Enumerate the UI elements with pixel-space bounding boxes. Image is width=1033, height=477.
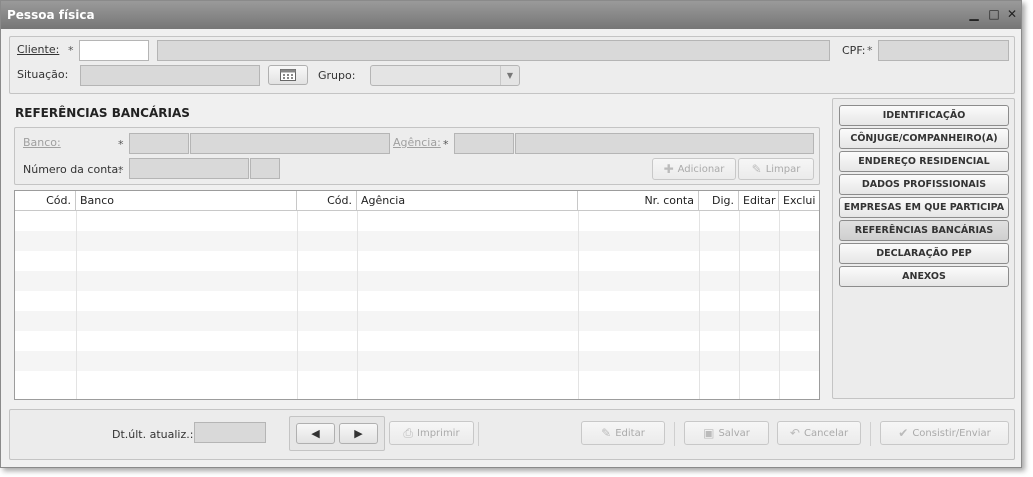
- toolbar-separator: [478, 422, 479, 446]
- calendar-icon: [280, 69, 296, 81]
- required-mark: *: [443, 138, 449, 151]
- column-divider: [779, 211, 780, 399]
- maximize-icon[interactable]: □: [987, 7, 1001, 21]
- cliente-name-field: [157, 40, 830, 61]
- cliente-code-input[interactable]: [79, 40, 149, 61]
- grupo-select[interactable]: ▼: [370, 65, 520, 86]
- nav-dados-profissionais[interactable]: DADOS PROFISSIONAIS: [839, 174, 1009, 195]
- salvar-button[interactable]: ▣ Salvar: [684, 421, 769, 445]
- column-header[interactable]: Nr. conta: [578, 191, 699, 211]
- toolbar-separator: [870, 422, 871, 446]
- required-mark: *: [118, 138, 124, 151]
- close-icon[interactable]: ✕: [1005, 7, 1019, 21]
- required-mark: *: [118, 164, 124, 177]
- referencias-table[interactable]: Cód. Banco Cód. Agência Nr. conta Dig. E…: [14, 190, 820, 400]
- nav-referencias-bancarias[interactable]: REFERÊNCIAS BANCÁRIAS: [839, 220, 1009, 241]
- toolbar-separator: [674, 422, 675, 446]
- column-divider: [699, 211, 700, 399]
- nav-conjuge[interactable]: CÔNJUGE/COMPANHEIRO(A): [839, 128, 1009, 149]
- cpf-field: [878, 40, 1009, 61]
- column-header[interactable]: Dig.: [699, 191, 739, 211]
- grupo-label: Grupo:: [318, 69, 356, 82]
- broom-icon: ✎: [751, 162, 762, 176]
- printer-icon: ⎙: [403, 425, 414, 440]
- column-header[interactable]: Editar: [739, 191, 779, 211]
- section-nav-panel: IDENTIFICAÇÃO CÔNJUGE/COMPANHEIRO(A) END…: [832, 98, 1015, 399]
- adicionar-button[interactable]: ✚ Adicionar: [652, 158, 736, 180]
- required-mark: *: [68, 44, 74, 57]
- limpar-button[interactable]: ✎ Limpar: [738, 158, 814, 180]
- column-divider: [739, 211, 740, 399]
- column-header[interactable]: Banco: [76, 191, 297, 211]
- column-header[interactable]: Cód.: [15, 191, 76, 211]
- banco-name-field: [190, 133, 390, 154]
- table-header: Cód. Banco Cód. Agência Nr. conta Dig. E…: [15, 191, 819, 211]
- adicionar-label: Adicionar: [677, 163, 725, 175]
- dt-ult-atualiz-label: Dt.últ. atualiz.:: [112, 428, 194, 441]
- editar-button[interactable]: ✎ Editar: [581, 421, 665, 445]
- pessoa-fisica-window: Pessoa física ▁ □ ✕ Cliente: * CPF: * Si…: [0, 0, 1022, 468]
- window-title: Pessoa física: [7, 8, 95, 22]
- column-divider: [578, 211, 579, 399]
- digito-field[interactable]: [250, 158, 280, 179]
- situacao-label: Situação:: [17, 68, 69, 81]
- cancelar-label: Cancelar: [803, 427, 849, 439]
- banco-label: Banco:: [23, 136, 61, 149]
- chevron-down-icon[interactable]: ▼: [500, 66, 519, 85]
- banco-code-field[interactable]: [129, 133, 189, 154]
- column-header[interactable]: Agência: [357, 191, 578, 211]
- pencil-icon: ✎: [601, 426, 612, 440]
- nav-empresas[interactable]: EMPRESAS EM QUE PARTICIPA: [839, 197, 1009, 218]
- calendar-button[interactable]: [268, 65, 308, 85]
- required-mark: *: [867, 44, 873, 57]
- imprimir-label: Imprimir: [417, 427, 460, 439]
- footer-toolbar: Dt.últ. atualiz.: ◀ ▶ ⎙ Imprimir ✎ Edita…: [9, 409, 1015, 460]
- nav-declaracao-pep[interactable]: DECLARAÇÃO PEP: [839, 243, 1009, 264]
- nav-identificacao[interactable]: IDENTIFICAÇÃO: [839, 105, 1009, 126]
- agencia-label: Agência:: [393, 136, 441, 149]
- column-divider: [357, 211, 358, 399]
- cancelar-button[interactable]: ↶ Cancelar: [777, 421, 861, 445]
- column-divider: [297, 211, 298, 399]
- title-bar[interactable]: Pessoa física ▁ □ ✕: [1, 1, 1021, 29]
- agencia-name-field: [515, 133, 814, 154]
- column-header[interactable]: Exclui: [779, 191, 819, 211]
- plus-icon: ✚: [663, 162, 674, 176]
- agencia-code-field[interactable]: [454, 133, 514, 154]
- undo-icon: ↶: [789, 426, 800, 440]
- column-divider: [76, 211, 77, 399]
- consistir-enviar-button[interactable]: ✔ Consistir/Enviar: [880, 421, 1009, 445]
- numero-conta-field[interactable]: [129, 158, 249, 179]
- next-record-button[interactable]: ▶: [339, 423, 378, 444]
- section-title: REFERÊNCIAS BANCÁRIAS: [15, 106, 190, 120]
- dt-ult-atualiz-field: [194, 422, 266, 443]
- salvar-label: Salvar: [718, 427, 750, 439]
- editar-label: Editar: [615, 427, 645, 439]
- numero-conta-label: Número da conta:: [23, 163, 122, 176]
- minimize-icon[interactable]: ▁: [967, 7, 981, 21]
- save-icon: ▣: [703, 426, 715, 440]
- situacao-field: [80, 65, 260, 86]
- arrow-right-icon: ▶: [354, 427, 363, 440]
- limpar-label: Limpar: [765, 163, 801, 175]
- nav-endereco-residencial[interactable]: ENDEREÇO RESIDENCIAL: [839, 151, 1009, 172]
- previous-record-button[interactable]: ◀: [296, 423, 335, 444]
- checkmark-icon: ✔: [898, 426, 909, 440]
- imprimir-button[interactable]: ⎙ Imprimir: [389, 421, 474, 445]
- arrow-left-icon: ◀: [311, 427, 320, 440]
- cpf-label: CPF:: [842, 44, 866, 57]
- cliente-label: Cliente:: [17, 43, 60, 56]
- consistir-label: Consistir/Enviar: [912, 427, 991, 439]
- column-header[interactable]: Cód.: [297, 191, 357, 211]
- nav-anexos[interactable]: ANEXOS: [839, 266, 1009, 287]
